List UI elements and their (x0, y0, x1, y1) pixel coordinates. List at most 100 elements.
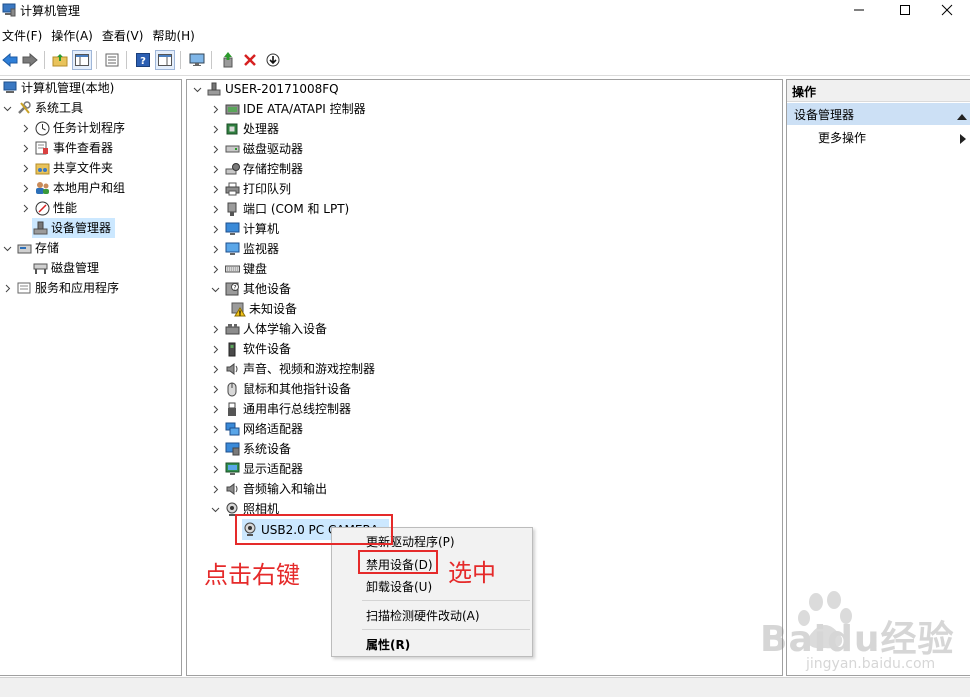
tree-item-event-viewer[interactable]: 事件查看器 (20, 138, 113, 158)
device-category[interactable]: IDE ATA/ATAPI 控制器 (210, 99, 366, 119)
chevron-right-icon[interactable] (210, 244, 220, 254)
chevron-right-icon[interactable] (210, 204, 220, 214)
collapse-up-icon[interactable] (957, 109, 967, 123)
chevron-right-icon[interactable] (210, 144, 220, 154)
chevron-right-icon[interactable] (20, 203, 30, 213)
device-category[interactable]: 打印队列 (210, 179, 291, 199)
device-category[interactable]: 键盘 (210, 259, 267, 279)
menu-properties[interactable]: 属性(R) (366, 636, 410, 653)
monitor-icon[interactable] (187, 50, 207, 70)
device-category-label: 音频输入和输出 (243, 482, 328, 496)
download-icon[interactable] (263, 50, 283, 70)
device-category[interactable]: 处理器 (210, 119, 279, 139)
tree-label: 共享文件夹 (53, 161, 114, 175)
chevron-right-icon[interactable] (210, 164, 220, 174)
tree-root[interactable]: 计算机管理(本地) (2, 80, 115, 98)
chevron-right-icon[interactable] (20, 123, 30, 133)
tree-item-disk-management[interactable]: 磁盘管理 (32, 258, 99, 278)
device-category[interactable]: 通用串行总线控制器 (210, 399, 351, 419)
menu-uninstall-device[interactable]: 卸载设备(U) (366, 578, 432, 595)
tree-label: 存储 (35, 241, 60, 255)
disk-drive-icon (224, 141, 240, 157)
tree-item-storage[interactable]: 存储 (2, 238, 59, 258)
ide-controller-icon (224, 101, 240, 117)
forward-icon[interactable] (20, 50, 40, 70)
menu-help[interactable]: 帮助(H) (150, 24, 201, 46)
device-category[interactable]: 计算机 (210, 219, 279, 239)
chevron-right-icon[interactable] (210, 104, 220, 114)
close-button[interactable] (924, 0, 970, 20)
actions-section-device-manager[interactable]: 设备管理器 (787, 103, 970, 125)
chevron-right-icon[interactable] (20, 143, 30, 153)
device-category[interactable]: 软件设备 (210, 339, 291, 359)
device-category[interactable]: 存储控制器 (210, 159, 303, 179)
chevron-down-icon[interactable] (210, 504, 220, 514)
chevron-right-icon[interactable] (2, 283, 12, 293)
device-tree-root[interactable]: USER-20171008FQ (192, 80, 339, 99)
tree-item-shared-folders[interactable]: 共享文件夹 (20, 158, 113, 178)
chevron-right-icon[interactable] (210, 424, 220, 434)
update-driver-icon[interactable] (218, 50, 238, 70)
maximize-button[interactable] (882, 0, 928, 20)
device-category[interactable]: 声音、视频和游戏控制器 (210, 359, 375, 379)
tree-item-local-users[interactable]: 本地用户和组 (20, 178, 125, 198)
chevron-down-icon[interactable] (210, 284, 220, 294)
storage-icon (16, 240, 32, 256)
chevron-right-icon[interactable] (20, 183, 30, 193)
chevron-right-icon[interactable] (210, 184, 220, 194)
toolbar: ? (0, 46, 970, 76)
device-category[interactable]: 网络适配器 (210, 419, 303, 439)
device-category[interactable]: 端口 (COM 和 LPT) (210, 199, 349, 219)
chevron-right-icon[interactable] (210, 224, 220, 234)
menu-file[interactable]: 文件(F) (0, 24, 49, 46)
svg-text:!: ! (238, 309, 241, 317)
device-category[interactable]: 鼠标和其他指针设备 (210, 379, 351, 399)
view-icon[interactable] (155, 50, 175, 70)
more-actions[interactable]: 更多操作 (818, 129, 866, 146)
back-icon[interactable] (0, 50, 20, 70)
watermark-brand: Baidu经验 (760, 619, 955, 660)
tree-item-system-tools[interactable]: 系统工具 (2, 98, 83, 118)
device-category[interactable]: ? 其他设备 (210, 279, 291, 299)
chevron-down-icon[interactable] (2, 243, 12, 253)
tree-item-task-scheduler[interactable]: 任务计划程序 (20, 118, 125, 138)
system-device-icon (224, 441, 240, 457)
uninstall-icon[interactable] (240, 50, 260, 70)
chevron-right-icon[interactable] (210, 344, 220, 354)
menu-scan-hardware[interactable]: 扫描检测硬件改动(A) (366, 607, 480, 624)
menu-action[interactable]: 操作(A) (49, 24, 100, 46)
chevron-right-icon[interactable] (210, 484, 220, 494)
device-category[interactable]: 显示适配器 (210, 459, 303, 479)
up-folder-icon[interactable] (50, 50, 70, 70)
chevron-right-icon[interactable] (210, 384, 220, 394)
chevron-right-icon[interactable] (210, 464, 220, 474)
tree-root-label: 计算机管理(本地) (21, 81, 115, 95)
device-manager-icon (32, 220, 48, 236)
chevron-down-icon[interactable] (2, 103, 12, 113)
chevron-right-icon[interactable] (210, 124, 220, 134)
chevron-right-icon[interactable] (210, 444, 220, 454)
device-category[interactable]: 系统设备 (210, 439, 291, 459)
chevron-right-icon[interactable] (960, 133, 966, 147)
chevron-right-icon[interactable] (210, 404, 220, 414)
device-category[interactable]: 磁盘驱动器 (210, 139, 303, 159)
shared-folder-icon (34, 160, 50, 176)
tree-item-services[interactable]: 服务和应用程序 (2, 278, 119, 298)
chevron-right-icon[interactable] (210, 324, 220, 334)
chevron-down-icon[interactable] (192, 84, 202, 94)
tree-item-device-manager[interactable]: 设备管理器 (32, 218, 116, 238)
show-tree-icon[interactable] (72, 50, 92, 70)
minimize-button[interactable] (836, 0, 882, 20)
chevron-right-icon[interactable] (210, 264, 220, 274)
chevron-right-icon[interactable] (20, 163, 30, 173)
chevron-right-icon[interactable] (210, 364, 220, 374)
hid-icon (224, 321, 240, 337)
properties-icon[interactable] (102, 50, 122, 70)
tree-item-performance[interactable]: 性能 (20, 198, 77, 218)
device-category[interactable]: 监视器 (210, 239, 279, 259)
device-category[interactable]: 人体学输入设备 (210, 319, 327, 339)
menu-view[interactable]: 查看(V) (100, 24, 151, 46)
device-category[interactable]: 音频输入和输出 (210, 479, 327, 499)
help-icon[interactable]: ? (133, 50, 153, 70)
device-unknown[interactable]: ! 未知设备 (230, 299, 297, 319)
